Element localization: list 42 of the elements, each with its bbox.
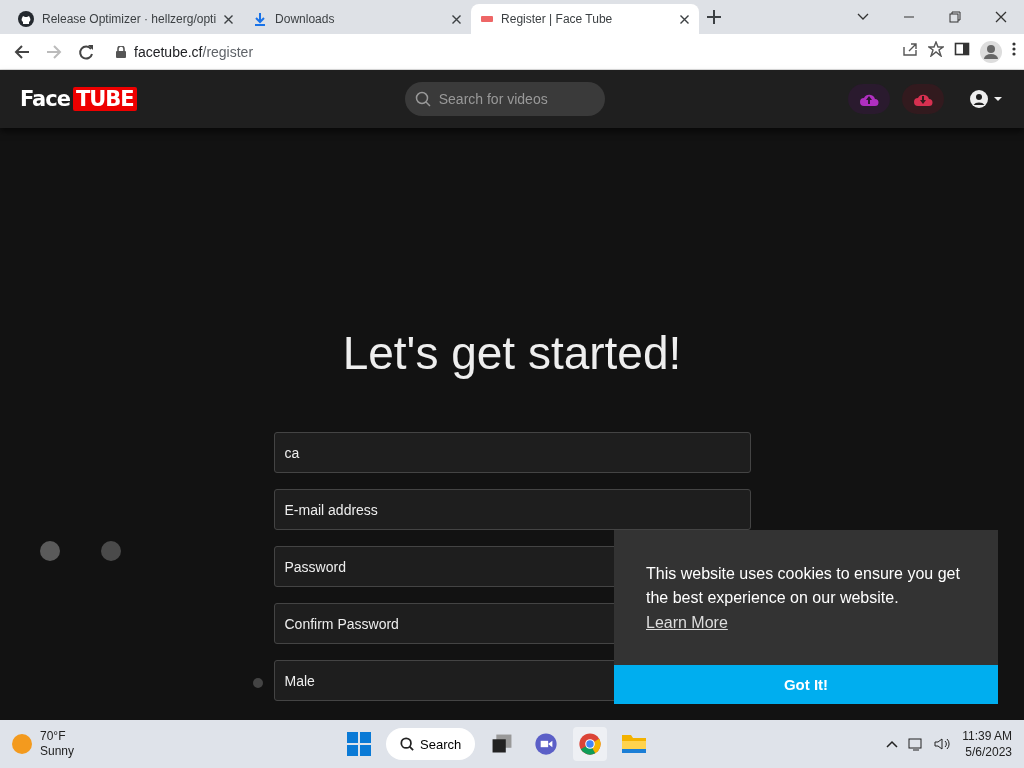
cloud-upload-icon [859,92,879,106]
weather-temperature[interactable]: 70°F [40,729,75,744]
dot-shape [40,541,60,561]
close-tab-icon[interactable] [224,14,234,24]
clock-date[interactable]: 5/6/2023 [965,744,1012,760]
address-bar[interactable]: facetube.cf/register [104,37,318,66]
search-icon [400,737,414,751]
account-icon[interactable] [970,90,1004,108]
url-text: facetube.cf/register [134,43,254,60]
download-icon [253,12,268,26]
dot-shape [101,541,121,561]
cloud-download-icon [913,92,933,106]
logo-badge[interactable]: TUBE [73,87,137,111]
menu-icon[interactable] [1012,40,1016,57]
browser-tab[interactable]: Downloads [243,4,472,34]
star-icon[interactable] [928,40,944,57]
search-field[interactable]: Search for videos [404,82,605,116]
weather-condition[interactable]: Sunny [40,744,75,759]
github-icon [18,11,34,27]
close-tab-icon[interactable] [452,14,462,24]
learn-more-link[interactable]: Learn More [646,614,728,632]
browser-tab[interactable]: Register | Face Tube [471,4,700,34]
volume-icon[interactable] [934,736,953,752]
text-field[interactable]: E-mail address [273,489,751,530]
chrome-icon[interactable] [573,727,608,761]
sun-icon [12,734,32,754]
lock-icon [116,45,126,58]
text-field[interactable]: ca [273,432,751,473]
clock-time[interactable]: 11:39 AM [962,728,1012,744]
new-tab-icon[interactable] [707,10,722,24]
side-panel-icon[interactable] [954,40,970,57]
profile-icon[interactable] [980,40,1002,63]
close-tab-icon[interactable] [680,14,690,24]
page-heading: Let's get started! [342,326,682,380]
taskbar-search[interactable]: Search [386,728,476,760]
dot-shape [253,678,263,688]
site-icon [481,16,494,22]
network-icon[interactable] [908,736,925,752]
share-icon[interactable] [902,40,918,57]
chevron-up-icon[interactable] [886,740,899,748]
logo-text[interactable]: Face [20,87,70,111]
browser-tab[interactable]: Release Optimizer · hellzerg/opti [8,4,244,34]
